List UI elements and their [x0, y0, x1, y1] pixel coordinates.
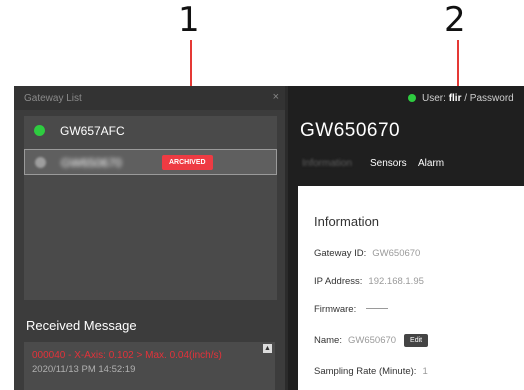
- user-label: User:: [422, 93, 446, 104]
- edit-name-button[interactable]: Edit: [404, 334, 429, 347]
- received-message-box: 000040 - X-Axis: 0.102 > Max. 0.04(inch/…: [24, 342, 275, 390]
- name-label: Name:: [314, 335, 342, 346]
- status-dot-icon: [35, 157, 46, 168]
- received-message-title: Received Message: [26, 318, 137, 333]
- app-screen: Gateway List × GW657AFC GW650670 ARCHIVE…: [14, 86, 524, 390]
- sampling-rate-row: Sampling Rate (Minute): 1: [314, 366, 428, 377]
- tab-alarm[interactable]: Alarm: [418, 158, 444, 169]
- status-dot-icon: [34, 125, 45, 136]
- tab-sensors[interactable]: Sensors: [370, 158, 407, 169]
- scroll-up-icon[interactable]: ▲: [263, 344, 272, 353]
- tab-information[interactable]: Information: [302, 158, 352, 169]
- archived-badge: ARCHIVED: [162, 155, 213, 170]
- ip-address-value: 192.168.1.95: [368, 276, 424, 287]
- information-card: Information Gateway ID: GW650670 IP Addre…: [298, 186, 524, 390]
- page-title: GW650670: [300, 120, 401, 141]
- firmware-label: Firmware:: [314, 304, 357, 315]
- close-icon[interactable]: ×: [273, 91, 279, 103]
- online-status-icon: [408, 94, 416, 102]
- gateway-id-row: Gateway ID: GW650670: [314, 248, 420, 259]
- name-value: GW650670: [347, 335, 397, 346]
- gateway-item[interactable]: GW657AFC: [24, 118, 277, 144]
- message-text: 000040 - X-Axis: 0.102 > Max. 0.04(inch/…: [32, 350, 222, 361]
- user-name: flir: [448, 93, 462, 104]
- ip-address-row: IP Address: 192.168.1.95: [314, 276, 424, 287]
- gateway-list-header: Gateway List ×: [14, 86, 285, 110]
- sampling-rate-value: 1: [422, 366, 428, 377]
- information-title: Information: [314, 214, 380, 229]
- sampling-rate-label: Sampling Rate (Minute):: [314, 366, 417, 377]
- callout-number-2: 2: [444, 0, 466, 40]
- gateway-item-selected[interactable]: GW650670 ARCHIVED: [24, 149, 277, 175]
- left-panel: Gateway List × GW657AFC GW650670 ARCHIVE…: [14, 86, 285, 390]
- ip-address-label: IP Address:: [314, 276, 363, 287]
- name-row: Name: GW650670 Edit: [314, 334, 429, 347]
- gateway-id-value: GW650670: [372, 248, 421, 259]
- callout-number-1: 1: [178, 0, 200, 40]
- firmware-row: Firmware:: [314, 304, 389, 315]
- gateway-list-title: Gateway List: [24, 93, 82, 104]
- gateway-list: GW657AFC GW650670 ARCHIVED: [24, 116, 277, 300]
- right-panel: User: flir / Password GW650670 Informati…: [288, 86, 524, 390]
- password-link[interactable]: / Password: [464, 93, 513, 104]
- user-bar: User: flir / Password: [408, 93, 514, 104]
- firmware-empty-value: [366, 308, 389, 309]
- gateway-name: GW650670: [61, 156, 122, 170]
- gateway-name: GW657AFC: [60, 124, 125, 138]
- message-timestamp: 2020/11/13 PM 14:52:19: [32, 364, 136, 375]
- gateway-id-label: Gateway ID:: [314, 248, 367, 259]
